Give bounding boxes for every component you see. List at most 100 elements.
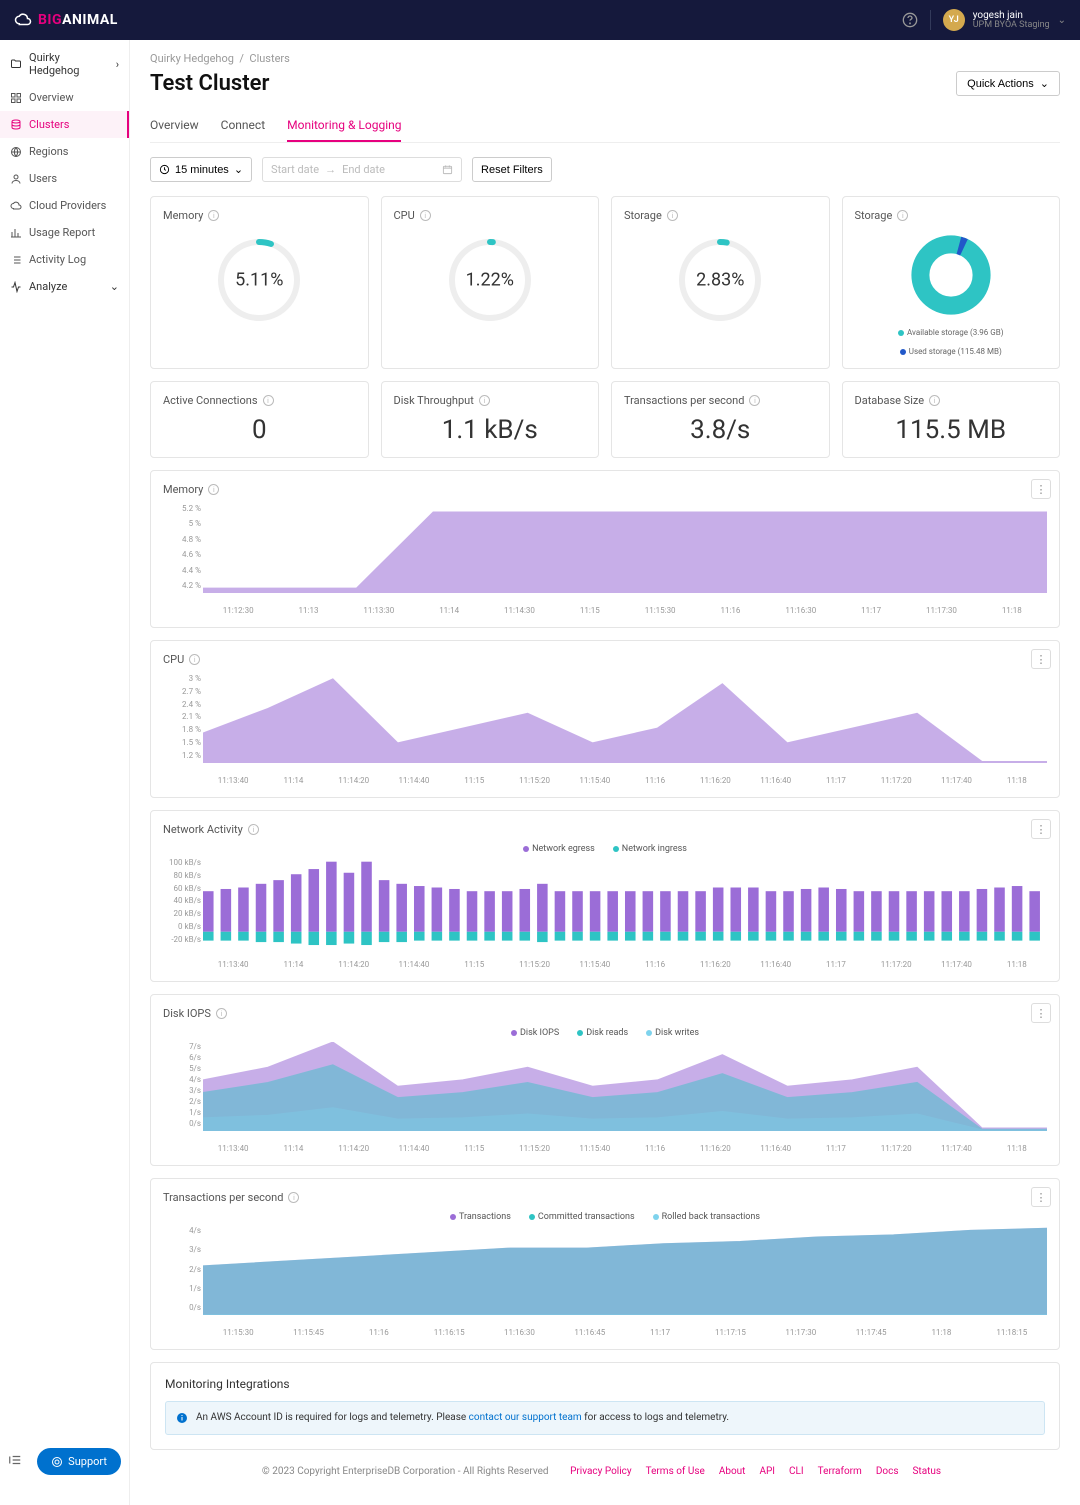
user-menu[interactable]: YJ yogesh jain UPM BYOA Staging ⌄: [943, 9, 1066, 31]
tab-overview[interactable]: Overview: [150, 110, 199, 142]
footer-copyright: © 2023 Copyright EnterpriseDB Corporatio…: [262, 1466, 549, 1477]
metric-card: Database Sizei 115.5 MB: [842, 381, 1061, 458]
footer-link[interactable]: Privacy Policy: [570, 1466, 632, 1477]
timerange-selector[interactable]: 15 minutes ⌄: [150, 157, 252, 182]
footer-link[interactable]: Status: [912, 1466, 941, 1477]
user-icon: [10, 173, 22, 185]
storage-donut-card: Storagei Available storage (3.96 GB) Use…: [842, 196, 1061, 369]
chevron-down-icon: ⌄: [1040, 77, 1049, 90]
support-link[interactable]: contact our support team: [469, 1412, 582, 1423]
metric-card: Transactions per secondi 3.8/s: [611, 381, 830, 458]
avatar: YJ: [943, 9, 965, 31]
user-name: yogesh jain: [973, 10, 1050, 21]
info-icon[interactable]: i: [248, 824, 259, 835]
footer-link[interactable]: Docs: [876, 1466, 899, 1477]
info-icon[interactable]: i: [420, 210, 431, 221]
cloud-icon: [10, 200, 22, 212]
info-icon[interactable]: i: [288, 1192, 299, 1203]
sidebar-item-clusters[interactable]: Clusters: [0, 111, 129, 138]
chart-memory: ⋮ Memoryi 5.2 %5 %4.8 %4.6 %4.4 %4.2 % 1…: [150, 470, 1060, 628]
info-icon[interactable]: i: [208, 484, 219, 495]
chart-menu-button[interactable]: ⋮: [1031, 649, 1051, 669]
chevron-down-icon: ⌄: [1058, 15, 1066, 26]
sidebar-item-cloud-providers[interactable]: Cloud Providers: [0, 192, 129, 219]
user-org: UPM BYOA Staging: [973, 21, 1050, 31]
chart-icon: [10, 227, 22, 239]
tabs: Overview Connect Monitoring & Logging: [150, 110, 1060, 143]
help-icon[interactable]: [902, 12, 918, 28]
tab-monitoring[interactable]: Monitoring & Logging: [287, 110, 401, 142]
page-title: Test Cluster: [150, 71, 269, 96]
info-icon[interactable]: i: [263, 395, 274, 406]
support-button[interactable]: Support: [37, 1448, 121, 1475]
calendar-icon: [442, 164, 453, 175]
globe-icon: [10, 146, 22, 158]
database-icon: [10, 119, 22, 131]
logo-animal: ANIMAL: [62, 12, 118, 28]
sidebar-item-analyze[interactable]: Analyze ⌄: [0, 273, 129, 300]
metric-card: Active Connectionsi 0: [150, 381, 369, 458]
chart-menu-button[interactable]: ⋮: [1031, 819, 1051, 839]
sidebar-item-overview[interactable]: Overview: [0, 84, 129, 111]
info-icon[interactable]: i: [749, 395, 760, 406]
info-icon[interactable]: i: [189, 654, 200, 665]
chart-menu-button[interactable]: ⋮: [1031, 1003, 1051, 1023]
info-icon: [176, 1412, 188, 1424]
chart-disk iops: ⋮ Disk IOPSi Disk IOPSDisk readsDisk wri…: [150, 994, 1060, 1166]
footer-link[interactable]: API: [759, 1466, 775, 1477]
list-icon: [10, 254, 22, 266]
divider: [930, 10, 931, 30]
info-icon[interactable]: i: [479, 395, 490, 406]
topbar: BIGANIMAL YJ yogesh jain UPM BYOA Stagin…: [0, 0, 1080, 40]
info-icon[interactable]: i: [208, 210, 219, 221]
reset-filters-button[interactable]: Reset Filters: [472, 157, 552, 182]
gauge-card-memory: Memoryi 5.11%: [150, 196, 369, 369]
chevron-down-icon: ⌄: [110, 280, 119, 293]
breadcrumb: Quirky Hedgehog / Clusters: [150, 52, 1060, 65]
cloud-logo-icon: [14, 11, 32, 29]
footer-link[interactable]: Terms of Use: [646, 1466, 705, 1477]
tab-connect[interactable]: Connect: [221, 110, 265, 142]
lifebuoy-icon: [51, 1456, 63, 1468]
logo[interactable]: BIGANIMAL: [14, 11, 118, 29]
breadcrumb-project[interactable]: Quirky Hedgehog: [150, 52, 234, 65]
chart-menu-button[interactable]: ⋮: [1031, 479, 1051, 499]
breadcrumb-section[interactable]: Clusters: [249, 52, 289, 65]
project-selector[interactable]: Quirky Hedgehog ›: [0, 44, 129, 84]
sidebar-item-activity-log[interactable]: Activity Log: [0, 246, 129, 273]
topbar-right: YJ yogesh jain UPM BYOA Staging ⌄: [902, 9, 1066, 31]
chart-transactions per second: ⋮ Transactions per secondi TransactionsC…: [150, 1178, 1060, 1350]
integrations-title: Monitoring Integrations: [165, 1377, 1045, 1391]
logo-big: BIG: [38, 12, 62, 28]
chart-network activity: ⋮ Network Activityi Network egressNetwor…: [150, 810, 1060, 982]
info-banner: An AWS Account ID is required for logs a…: [165, 1401, 1045, 1435]
grid-icon: [10, 92, 22, 104]
footer-link[interactable]: Terraform: [818, 1466, 862, 1477]
sidebar-item-regions[interactable]: Regions: [0, 138, 129, 165]
gauge-card-storage: Storagei 2.83%: [611, 196, 830, 369]
sidebar: Quirky Hedgehog › Overview Clusters Regi…: [0, 40, 130, 1505]
date-range-picker[interactable]: Start date → End date: [262, 157, 462, 182]
sidebar-item-users[interactable]: Users: [0, 165, 129, 192]
folder-icon: [10, 58, 22, 70]
chevron-right-icon: ›: [116, 58, 119, 71]
integrations-card: Monitoring Integrations An AWS Account I…: [150, 1362, 1060, 1450]
footer: © 2023 Copyright EnterpriseDB Corporatio…: [150, 1450, 1060, 1493]
gauge-card-cpu: CPUi 1.22%: [381, 196, 600, 369]
chart-menu-button[interactable]: ⋮: [1031, 1187, 1051, 1207]
quick-actions-button[interactable]: Quick Actions⌄: [956, 71, 1060, 96]
chevron-down-icon: ⌄: [234, 163, 243, 176]
chart-cpu: ⋮ CPUi 3 %2.7 %2.4 %2.1 %1.8 %1.5 %1.2 %…: [150, 640, 1060, 798]
info-icon[interactable]: i: [216, 1008, 227, 1019]
info-icon[interactable]: i: [667, 210, 678, 221]
clock-icon: [159, 164, 170, 175]
collapse-sidebar-button[interactable]: [8, 1453, 22, 1470]
footer-link[interactable]: CLI: [789, 1466, 804, 1477]
info-icon[interactable]: i: [897, 210, 908, 221]
sidebar-item-usage-report[interactable]: Usage Report: [0, 219, 129, 246]
footer-link[interactable]: About: [719, 1466, 746, 1477]
main-content: Quirky Hedgehog / Clusters Test Cluster …: [130, 40, 1080, 1505]
activity-icon: [10, 281, 22, 293]
metric-card: Disk Throughputi 1.1 kB/s: [381, 381, 600, 458]
info-icon[interactable]: i: [929, 395, 940, 406]
